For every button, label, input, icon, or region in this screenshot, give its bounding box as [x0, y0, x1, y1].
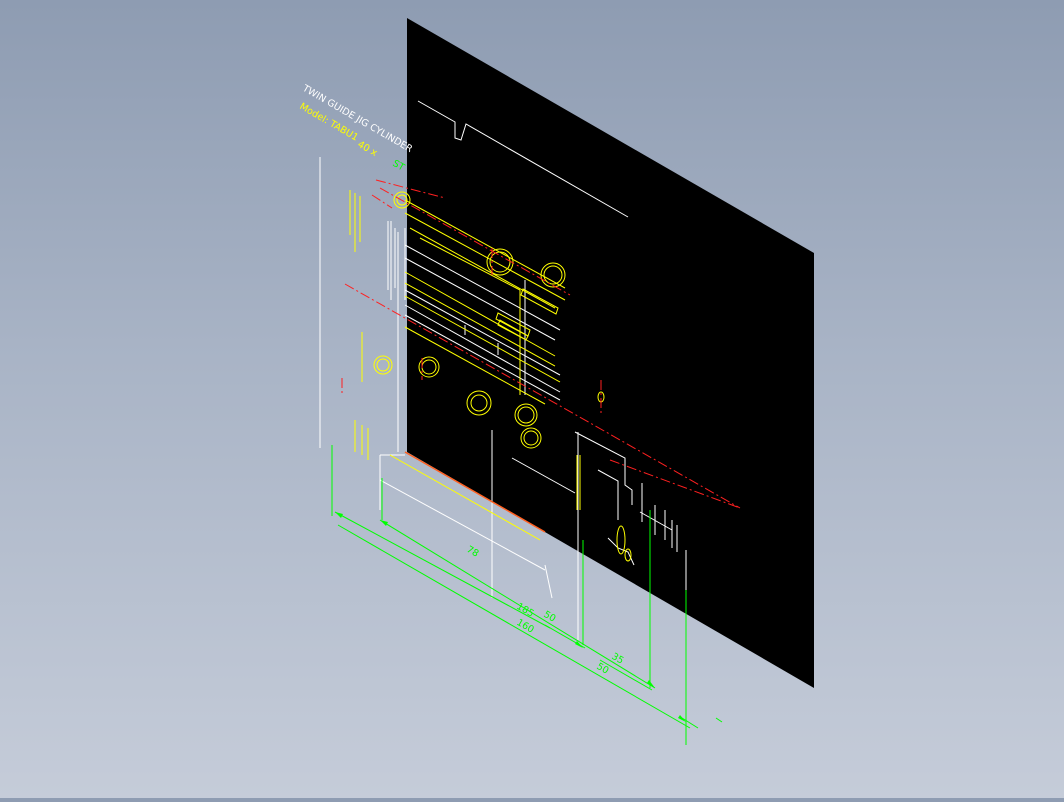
model-bore: 40 x: [356, 139, 380, 159]
drawing-canvas: TWIN GUIDE JIG CYLINDER Model: TABU1 40 …: [298, 18, 814, 745]
dimension-78: 78: [465, 544, 481, 560]
model-stroke: ST: [391, 158, 407, 174]
drawing-sheet: [407, 18, 814, 688]
dimension-35: 35: [610, 651, 626, 667]
dimension-185: 185: [515, 601, 536, 620]
dimension-50-a: 50: [542, 609, 558, 625]
cad-viewport[interactable]: TWIN GUIDE JIG CYLINDER Model: TABU1 40 …: [0, 0, 1064, 798]
